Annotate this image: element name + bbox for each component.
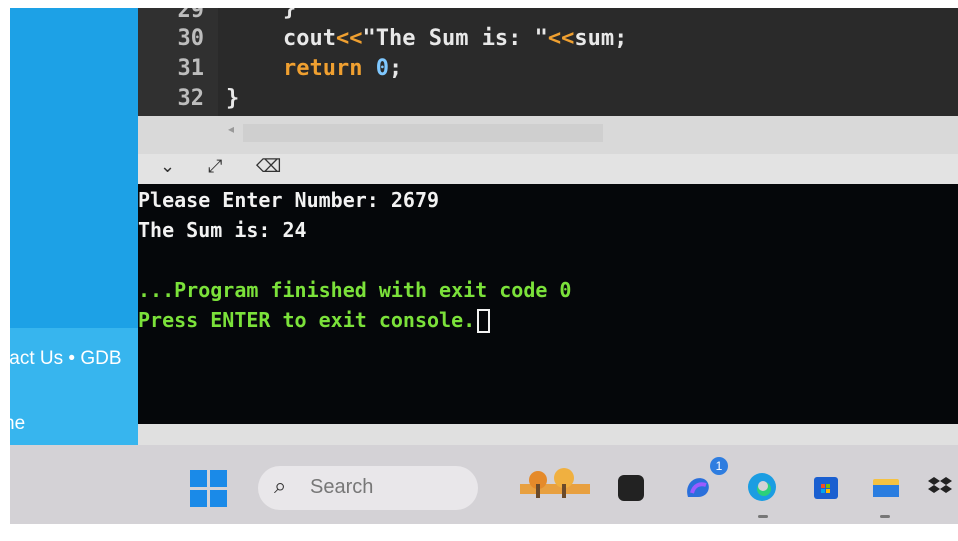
console-line: ...Program finished with exit code 0 [138,278,572,302]
expand-icon[interactable]: ⤢ [208,156,222,177]
line-number: 31 [177,56,205,81]
code-token: << [335,26,363,51]
photo-border [0,524,958,541]
search-icon: ⌕ [274,474,287,499]
scrollbar-thumb[interactable] [243,124,603,142]
taskbar: ⌕ Search 1 [10,445,958,524]
console-prompt-text: Press ENTER to exit console. [138,308,476,332]
console-line: Press ENTER to exit console. [138,308,491,333]
console-line: Please Enter Number: 2679 [138,188,440,212]
sidebar: tact Us • GDB ne [10,8,138,445]
task-view-icon[interactable] [618,475,644,501]
sidebar-footer-links[interactable]: tact Us • GDB [10,348,122,370]
store-icon[interactable] [810,471,842,503]
clear-console-icon[interactable]: ⌫ [256,156,281,177]
line-number-gutter: 29 30 31 32 [138,8,218,123]
text-cursor [477,309,491,333]
code-line: return 0; [283,56,402,81]
dropbox-icon[interactable] [926,471,958,503]
code-token: return [283,56,363,81]
weather-widget-icon[interactable] [520,466,590,502]
line-number: 29 [177,8,205,23]
code-token: "The Sum is: " [362,26,548,51]
notification-badge: 1 [710,457,728,475]
monitor-screen: tact Us • GDB ne 29 30 31 32 } cout<<"Th… [10,8,958,524]
console-toolbar: ⌄ ⤢ ⌫ [138,154,958,184]
code-token: 0 [375,56,389,81]
chevron-down-icon[interactable]: ⌄ [160,156,175,177]
code-editor[interactable]: 29 30 31 32 } cout<<"The Sum is: "<<sum;… [138,8,958,123]
app-running-indicator [880,515,890,518]
scroll-left-icon[interactable]: ◂ [228,122,234,136]
console-line: The Sum is: 24 [138,218,307,242]
code-token: cout [283,26,336,51]
app-running-indicator [758,515,768,518]
code-line: cout<<"The Sum is: "<<sum; [283,26,627,51]
line-number: 32 [177,86,205,111]
horizontal-scrollbar[interactable]: ◂ [138,116,958,154]
sidebar-partial-text: ne [10,413,26,434]
windows-start-icon[interactable] [190,470,228,508]
code-token: << [547,26,575,51]
copilot-icon[interactable] [682,471,714,503]
taskbar-search-box[interactable]: ⌕ Search [258,466,590,510]
sidebar-footer [10,328,138,445]
code-line: } [283,8,297,21]
code-token: sum [574,26,615,51]
search-placeholder: Search [310,476,374,498]
console-bottom-bar [138,424,958,446]
output-console[interactable]: Please Enter Number: 2679 The Sum is: 24… [138,184,958,424]
edge-icon[interactable] [746,471,778,503]
file-explorer-icon[interactable] [870,471,902,503]
code-token: ; [614,26,628,51]
line-number: 30 [177,26,205,51]
code-line: } [226,86,240,111]
code-token: ; [388,56,403,81]
